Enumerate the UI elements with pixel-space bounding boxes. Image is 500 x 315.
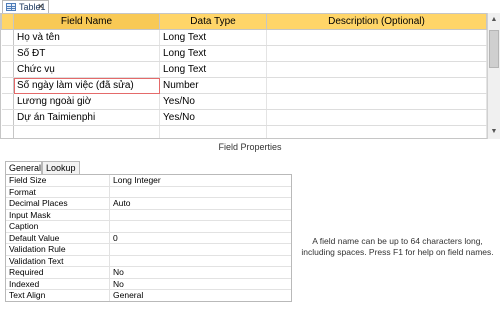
property-row[interactable]: Input Mask (6, 209, 291, 221)
property-label: Validation Rule (6, 243, 110, 256)
table-design-grid: Field Name Data Type Description (Option… (0, 13, 487, 139)
table-icon (6, 3, 16, 11)
table-row[interactable]: Họ và tên Long Text (1, 29, 487, 46)
row-selector[interactable] (1, 109, 14, 126)
tab-lookup[interactable]: Lookup (42, 161, 80, 174)
table-row[interactable]: Số ĐT Long Text (1, 45, 487, 62)
description-cell[interactable] (266, 77, 487, 94)
row-selector[interactable] (1, 29, 14, 46)
column-header-data-type[interactable]: Data Type (159, 13, 267, 30)
document-tab-bar: Table1 × (0, 0, 500, 14)
property-label: Text Align (6, 289, 110, 301)
property-row[interactable]: Field Size Long Integer (6, 175, 291, 187)
property-row[interactable]: Text Align General (6, 289, 291, 301)
description-cell[interactable] (266, 93, 487, 110)
scroll-up-icon[interactable]: ▲ (488, 14, 500, 26)
data-type-cell[interactable]: Yes/No (159, 109, 267, 126)
tab-general[interactable]: General (5, 161, 42, 174)
field-name-cell[interactable]: Số ĐT (13, 45, 160, 62)
property-label: Caption (6, 220, 110, 233)
description-cell[interactable] (266, 29, 487, 46)
scroll-down-icon[interactable]: ▼ (488, 126, 500, 138)
property-value[interactable]: No (109, 278, 291, 290)
property-value[interactable] (109, 243, 291, 256)
data-type-cell[interactable]: Long Text (159, 61, 267, 78)
property-value[interactable]: Long Integer (109, 175, 291, 187)
help-text: A field name can be up to 64 characters … (301, 236, 494, 257)
field-name-cell[interactable]: Số ngày làm việc (đã sửa) (13, 77, 160, 94)
property-row[interactable]: Default Value 0 (6, 232, 291, 244)
data-type-cell[interactable]: Yes/No (159, 93, 267, 110)
property-label: Indexed (6, 278, 110, 290)
data-type-cell[interactable]: Long Text (159, 45, 267, 62)
property-label: Input Mask (6, 209, 110, 221)
property-label: Default Value (6, 232, 110, 244)
table-row[interactable] (1, 125, 487, 138)
row-selector-header (1, 13, 14, 30)
column-header-field-name[interactable]: Field Name (13, 13, 160, 30)
property-label: Validation Text (6, 255, 110, 267)
field-properties-title: Field Properties (218, 142, 282, 152)
table-row[interactable]: Dự án Taimienphi Yes/No (1, 109, 487, 126)
vertical-scrollbar[interactable]: ▲ ▼ (487, 13, 500, 139)
property-label: Field Size (6, 175, 110, 187)
property-value[interactable]: 0 (109, 232, 291, 244)
field-name-cell[interactable]: Lương ngoài giờ (13, 93, 160, 110)
field-name-cell[interactable]: Dự án Taimienphi (13, 109, 160, 126)
column-header-description[interactable]: Description (Optional) (266, 13, 487, 30)
property-value[interactable]: General (109, 289, 291, 301)
property-row[interactable]: Validation Text (6, 255, 291, 267)
property-row[interactable]: Caption (6, 220, 291, 233)
description-cell[interactable] (266, 125, 487, 138)
property-row[interactable]: Decimal Places Auto (6, 197, 291, 210)
property-row[interactable]: Required No (6, 266, 291, 279)
field-name-cell[interactable] (13, 125, 160, 138)
row-selector[interactable] (1, 77, 14, 94)
property-row[interactable]: Indexed No (6, 278, 291, 290)
close-icon[interactable]: × (38, 1, 44, 13)
row-selector[interactable] (1, 125, 14, 138)
property-row[interactable]: Format (6, 186, 291, 198)
table-row[interactable]: Lương ngoài giờ Yes/No (1, 93, 487, 110)
description-cell[interactable] (266, 109, 487, 126)
row-selector[interactable] (1, 93, 14, 110)
row-selector[interactable] (1, 45, 14, 62)
property-label: Format (6, 186, 110, 198)
field-name-cell[interactable]: Chức vụ (13, 61, 160, 78)
property-label: Required (6, 266, 110, 279)
field-name-cell[interactable]: Họ và tên (13, 29, 160, 46)
property-label: Decimal Places (6, 197, 110, 210)
property-value[interactable]: No (109, 266, 291, 279)
row-selector[interactable] (1, 61, 14, 78)
property-value[interactable] (109, 255, 291, 267)
data-type-cell[interactable]: Number (159, 77, 267, 94)
data-type-cell[interactable]: Long Text (159, 29, 267, 46)
tab-table1[interactable]: Table1 × (2, 0, 49, 13)
field-properties-sheet: Field Size Long Integer Format Decimal Pl… (5, 174, 292, 302)
description-cell[interactable] (266, 61, 487, 78)
table-row-active[interactable]: Số ngày làm việc (đã sửa) Number (1, 77, 487, 94)
data-type-cell[interactable] (159, 125, 267, 138)
scrollbar-thumb[interactable] (489, 30, 499, 68)
property-value[interactable] (109, 186, 291, 198)
property-row[interactable]: Validation Rule (6, 243, 291, 256)
description-cell[interactable] (266, 45, 487, 62)
property-value[interactable] (109, 220, 291, 233)
property-value[interactable]: Auto (109, 197, 291, 210)
property-value[interactable] (109, 209, 291, 221)
table-row[interactable]: Chức vụ Long Text (1, 61, 487, 78)
